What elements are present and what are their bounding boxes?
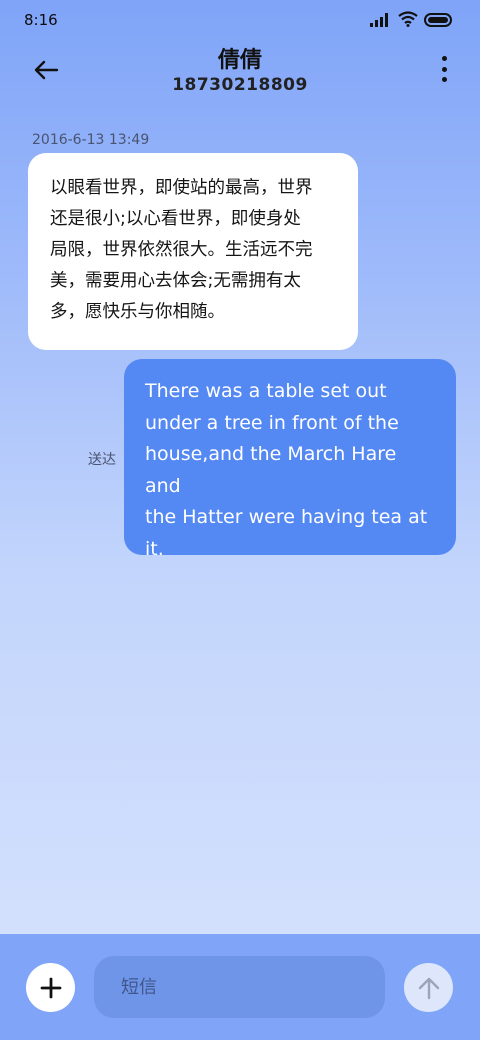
message-text-line: 还是很小;以心看世界，即使身处 [50, 209, 301, 229]
more-vertical-icon [441, 56, 447, 61]
status-bar: 8:16 [0, 0, 480, 40]
message-text-line: 美，需要用心去体会;无需拥有太 [50, 271, 301, 291]
message-text-line: the Hatter were having tea at [145, 506, 428, 528]
message-input[interactable] [94, 956, 385, 1018]
add-attachment-button[interactable] [26, 963, 75, 1012]
message-text-line: house,and the March Hare and [145, 443, 397, 497]
conversation-header: 倩倩 18730218809 [0, 40, 480, 100]
status-time: 8:16 [24, 11, 58, 29]
contact-name: 倩倩 [217, 48, 262, 73]
wifi-icon [398, 11, 418, 31]
more-options-button[interactable] [438, 56, 450, 82]
delivery-status: 送达 [88, 452, 116, 468]
battery-icon [424, 12, 452, 31]
message-text-line: it. [145, 537, 164, 560]
message-text-line: under a tree in front of the [145, 411, 399, 434]
signal-icon [370, 12, 392, 31]
message-text-line: 以眼看世界，即使站的最高，世界 [50, 178, 313, 198]
message-timestamp: 2016-6-13 13:49 [32, 132, 150, 148]
incoming-message-bubble[interactable]: 以眼看世界，即使站的最高，世界 还是很小;以心看世界，即使身处 局限，世界依然很… [28, 153, 358, 350]
arrow-up-icon [418, 977, 439, 999]
status-icons [370, 11, 452, 31]
send-button[interactable] [404, 963, 453, 1012]
plus-icon [40, 977, 61, 998]
message-text-line: There was a table set out [145, 380, 387, 402]
message-text-line: 多，愿快乐与你相随。 [50, 302, 225, 322]
message-text-line: 局限，世界依然很大。生活远不完 [50, 240, 313, 260]
contact-number: 18730218809 [172, 75, 308, 95]
compose-bar [0, 934, 480, 1040]
outgoing-message-bubble[interactable]: There was a table set out under a tree i… [124, 359, 456, 560]
